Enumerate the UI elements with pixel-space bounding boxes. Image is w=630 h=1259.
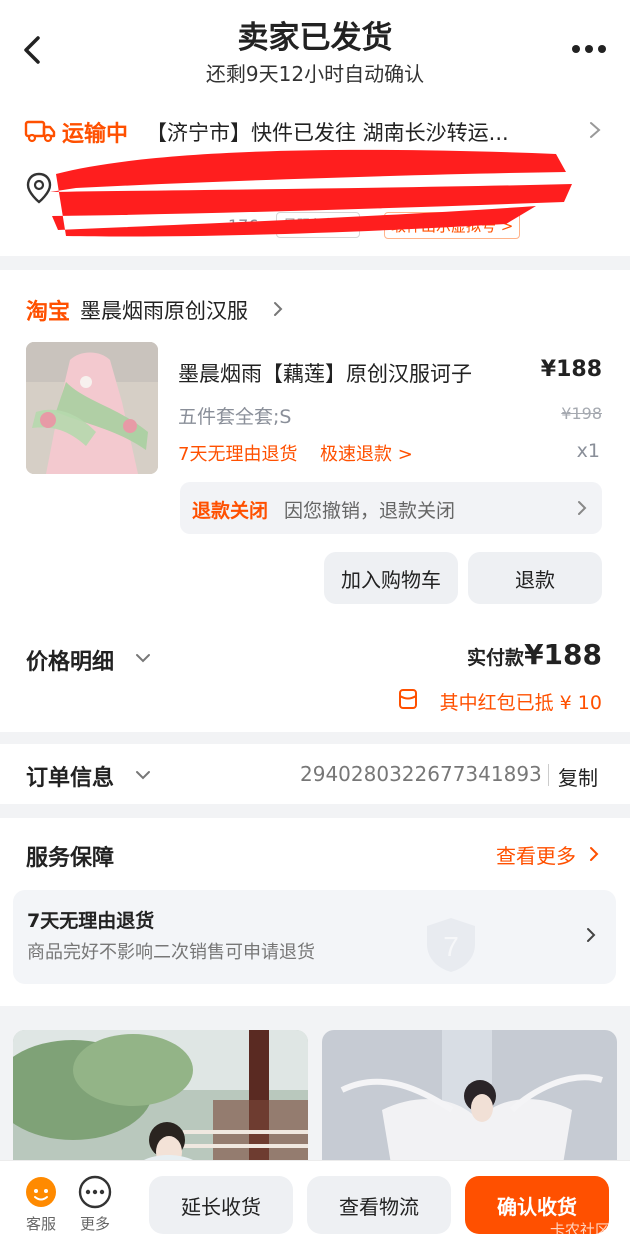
header: 卖家已发货 还剩9天12小时自动确认 (0, 0, 630, 104)
service-guarantee-card: 服务保障 查看更多 7天无理由退货 商品完好不影响二次销售可申请退货 7 (0, 818, 630, 1006)
order-info-label[interactable]: 订单信息 (26, 760, 114, 792)
service-chevron-icon (587, 928, 596, 942)
refund-status-text: 因您撤销，退款关闭 (284, 500, 456, 522)
refund-chevron-icon (578, 501, 587, 515)
shield-icon: 7 (427, 918, 475, 972)
svg-text:7: 7 (443, 931, 459, 962)
recommend-item-2[interactable] (322, 1030, 617, 1170)
hanfu-garden-image (13, 1030, 308, 1170)
paid-amount-row: 实付款¥188 (467, 638, 602, 671)
paid-label: 实付款 (467, 647, 525, 669)
view-logistics-button[interactable]: 查看物流 (307, 1176, 451, 1234)
chevron-down-icon[interactable] (134, 652, 152, 664)
address-redaction (50, 149, 572, 237)
recommend-item-1[interactable] (13, 1030, 308, 1170)
price-detail-label[interactable]: 价格明细 (26, 644, 114, 676)
red-packet-deduction: 其中红包已抵 ¥ 10 (439, 692, 602, 714)
service-item-title: 7天无理由退货 (27, 910, 155, 932)
original-price: ¥198 (561, 404, 602, 423)
red-packet-icon (399, 689, 417, 709)
watermark: 卡农社区 (549, 1221, 610, 1239)
more-dots-icon (78, 1175, 112, 1209)
hanfu-studio-image (322, 1030, 617, 1170)
page-title: 卖家已发货 (237, 20, 393, 56)
refund-status-label: 退款关闭 (192, 500, 269, 522)
refund-status-bar[interactable]: 退款关闭 因您撤销，退款关闭 (180, 482, 602, 534)
service-label: 服务保障 (26, 846, 115, 871)
product-thumbnail[interactable] (26, 342, 158, 474)
more-label: 更多 (79, 1215, 110, 1233)
order-item-card: 淘宝 墨晨烟雨原创汉服 墨晨烟雨【藕莲】原创汉服诃子 ¥188 五件套全套;S … (0, 270, 630, 732)
copy-order-number-button[interactable]: 复制 (558, 762, 598, 791)
shop-chevron-icon (274, 302, 283, 316)
shop-name[interactable]: 墨晨烟雨原创汉服 (80, 295, 248, 325)
customer-service-button[interactable]: 客服 (20, 1175, 62, 1235)
view-more-link[interactable]: 查看更多 (496, 840, 576, 869)
paid-amount: ¥188 (524, 638, 602, 671)
chevron-down-icon[interactable] (134, 769, 152, 781)
auto-confirm-countdown: 还剩9天12小时自动确认 (205, 62, 425, 86)
bottom-action-bar: 客服 更多 延长收货 查看物流 确认收货 卡农社区 (0, 1160, 630, 1259)
hanfu-image (26, 342, 158, 474)
product-spec: 五件套全套;S (178, 406, 292, 428)
add-to-cart-button[interactable]: 加入购物车 (324, 552, 458, 604)
return-policy-tag: 7天无理由退货 (178, 444, 298, 465)
fast-refund-link[interactable]: 极速退款 > (320, 440, 413, 466)
truck-icon (24, 120, 56, 143)
taobao-logo: 淘宝 (26, 300, 71, 325)
order-info-card: 订单信息 2940280322677341893 复制 (0, 744, 630, 804)
logistics-card[interactable]: 运输中 【济宁市】快件已发往 湖南长沙转运... 176 号码保护中 取件出示虚… (0, 104, 630, 256)
order-number: 2940280322677341893 (300, 762, 542, 786)
customer-service-label: 客服 (25, 1215, 56, 1233)
refund-button[interactable]: 退款 (468, 552, 602, 604)
product-title[interactable]: 墨晨烟雨【藕莲】原创汉服诃子 (178, 358, 518, 388)
logistics-chevron-icon (590, 122, 601, 138)
return-service-item[interactable]: 7天无理由退货 商品完好不影响二次销售可申请退货 7 (13, 890, 616, 984)
extend-receipt-button[interactable]: 延长收货 (149, 1176, 293, 1234)
product-price: ¥188 (540, 357, 602, 382)
product-quantity: x1 (576, 440, 600, 462)
customer-service-icon (26, 1177, 56, 1207)
more-options-icon[interactable] (570, 42, 610, 56)
service-item-desc: 商品完好不影响二次销售可申请退货 (27, 942, 315, 963)
more-button[interactable]: 更多 (74, 1175, 116, 1235)
divider (548, 764, 549, 786)
logistics-message: 【济宁市】快件已发往 湖南长沙转运... (146, 121, 509, 145)
chevron-right-icon[interactable] (588, 845, 600, 863)
